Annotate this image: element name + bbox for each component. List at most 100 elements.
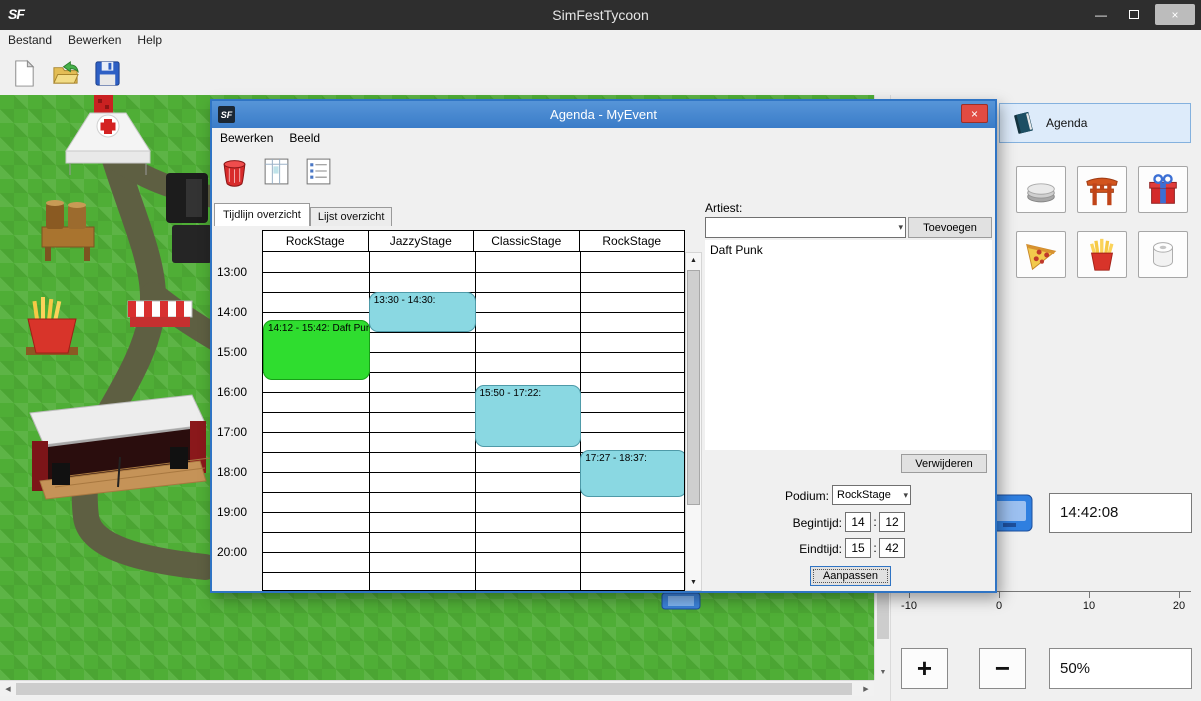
schedule-time-gutter: 13:0014:0015:0016:0017:0018:0019:0020:00 [214,252,262,591]
scroll-right-icon[interactable]: ▶ [858,681,874,697]
slider-tick-label: 0 [979,600,1019,612]
schedule-event[interactable]: 13:30 - 14:30: [369,292,476,332]
stage-column-header: RockStage [580,231,685,251]
menu-item-help[interactable]: Help [129,30,170,50]
artist-combobox[interactable]: ▾ [705,217,906,238]
time-label: 15:00 [217,345,247,359]
dialog-close-button[interactable]: × [961,104,988,123]
agenda-dialog: SF Agenda - MyEvent × BewerkenBeeld Tijd… [210,99,997,593]
menu-item-bewerken[interactable]: Bewerken [60,30,129,50]
shop-item-pizza[interactable] [1016,231,1066,278]
maximize-button[interactable] [1122,4,1146,25]
shop-item-fries[interactable] [1077,231,1127,278]
gift-icon [1144,171,1182,209]
end-minute-input[interactable] [879,538,905,558]
time-label: 14:00 [217,305,247,319]
dialog-menu-item-bewerken[interactable]: Bewerken [212,128,281,148]
event-label: 14:12 - 15:42: Daft Punk [264,321,369,336]
event-label: 15:50 - 17:22: [476,386,581,401]
time-separator: : [871,541,879,555]
dialog-menubar: BewerkenBeeld [212,128,995,148]
scroll-down-icon[interactable]: ▼ [686,575,701,590]
begin-time-label: Begintijd: [732,516,842,530]
toilet-paper-icon [1144,236,1182,274]
artist-list-item[interactable]: Daft Punk [705,240,992,260]
grid-line [263,272,684,273]
map-drink-stand [42,200,94,261]
time-label: 13:00 [217,265,247,279]
grid-line [263,552,684,553]
time-label: 20:00 [217,545,247,559]
end-time-label: Eindtijd: [732,542,842,556]
open-folder-icon [51,59,80,88]
stage-column-header: JazzyStage [369,231,475,251]
minimize-button[interactable]: — [1089,4,1113,25]
scroll-left-icon[interactable]: ◀ [0,681,16,697]
clock-display: 14:42:08 [1049,493,1192,533]
dialog-menu-item-beeld[interactable]: Beeld [281,128,328,148]
podium-combobox[interactable]: RockStage ▾ [832,485,911,505]
schedule-event[interactable]: 17:27 - 18:37: [580,450,685,497]
pavement-icon [1022,171,1060,209]
scroll-down-icon[interactable]: ▼ [875,664,891,680]
trash-button[interactable] [216,150,252,192]
timeline-view-button[interactable] [258,150,294,192]
add-artist-button[interactable]: Toevoegen [908,217,992,238]
dialog-title: Agenda - MyEvent [550,107,657,122]
shop-item-toilet-paper[interactable] [1138,231,1188,278]
artist-listbox[interactable]: Daft Punk [705,240,992,450]
remove-artist-button[interactable]: Verwijderen [901,454,987,473]
map-horizontal-scrollbar[interactable]: ◀ ▶ [0,680,874,696]
time-slider[interactable]: -1001020 [891,591,1201,621]
schedule-header-row: RockStageJazzyStageClassicStageRockStage [262,230,685,252]
list-view-button[interactable] [300,150,336,192]
shop-item-gift[interactable] [1138,166,1188,213]
end-hour-input[interactable] [845,538,871,558]
window-title: SimFestTycoon [552,7,648,23]
zoom-out-button[interactable]: − [979,648,1026,689]
app-logo-icon: SF [8,6,24,22]
slider-tick-label: 10 [1069,600,1109,612]
open-folder-button[interactable] [48,55,82,91]
map-main-stage [30,395,210,499]
begin-hour-input[interactable] [845,512,871,532]
schedule-event[interactable]: 15:50 - 17:22: [475,385,582,446]
new-file-button[interactable] [6,55,40,91]
artist-label: Artiest: [705,201,742,215]
event-label: 13:30 - 14:30: [370,293,475,308]
tab-tijdlijn-overzicht[interactable]: Tijdlijn overzicht [214,203,310,226]
menu-item-bestand[interactable]: Bestand [0,30,60,50]
map-fries-stand [26,297,78,355]
map-hscroll-thumb[interactable] [16,683,852,695]
schedule-grid[interactable]: 14:12 - 15:42: Daft Punk13:30 - 14:30: 15… [262,252,685,591]
slider-tick [999,591,1000,598]
scroll-up-icon[interactable]: ▲ [686,253,701,268]
sidebar-item-agenda[interactable]: Agenda [999,103,1191,143]
map-striped-stall [128,301,192,327]
close-button[interactable]: × [1155,4,1195,25]
tab-lijst-overzicht[interactable]: Lijst overzicht [310,207,393,226]
apply-button[interactable]: Aanpassen [810,566,891,586]
schedule-scrollbar[interactable]: ▲ ▼ [685,252,702,591]
window-toolbar [0,50,1201,95]
shop-item-pavement[interactable] [1016,166,1066,213]
begin-minute-input[interactable] [879,512,905,532]
schedule-table: 13:0014:0015:0016:0017:0018:0019:0020:00… [214,226,702,591]
save-file-button[interactable] [90,55,124,91]
window-titlebar: SF SimFestTycoon — × [0,0,1201,30]
map-speaker-stack [166,173,212,263]
dialog-titlebar[interactable]: SF Agenda - MyEvent × [212,101,995,128]
time-label: 19:00 [217,505,247,519]
slider-tick-label: -10 [889,600,929,612]
schedule-scroll-thumb[interactable] [687,270,700,505]
new-file-icon [9,59,38,88]
zoom-in-button[interactable]: + [901,648,948,689]
chevron-down-icon: ▾ [898,218,903,237]
time-separator: : [871,515,879,529]
shop-item-torii-gate[interactable] [1077,166,1127,213]
time-label: 16:00 [217,385,247,399]
schedule-event[interactable]: 14:12 - 15:42: Daft Punk [263,320,370,380]
timeline-view-icon [261,156,292,187]
pizza-icon [1022,236,1060,274]
list-view-icon [303,156,334,187]
